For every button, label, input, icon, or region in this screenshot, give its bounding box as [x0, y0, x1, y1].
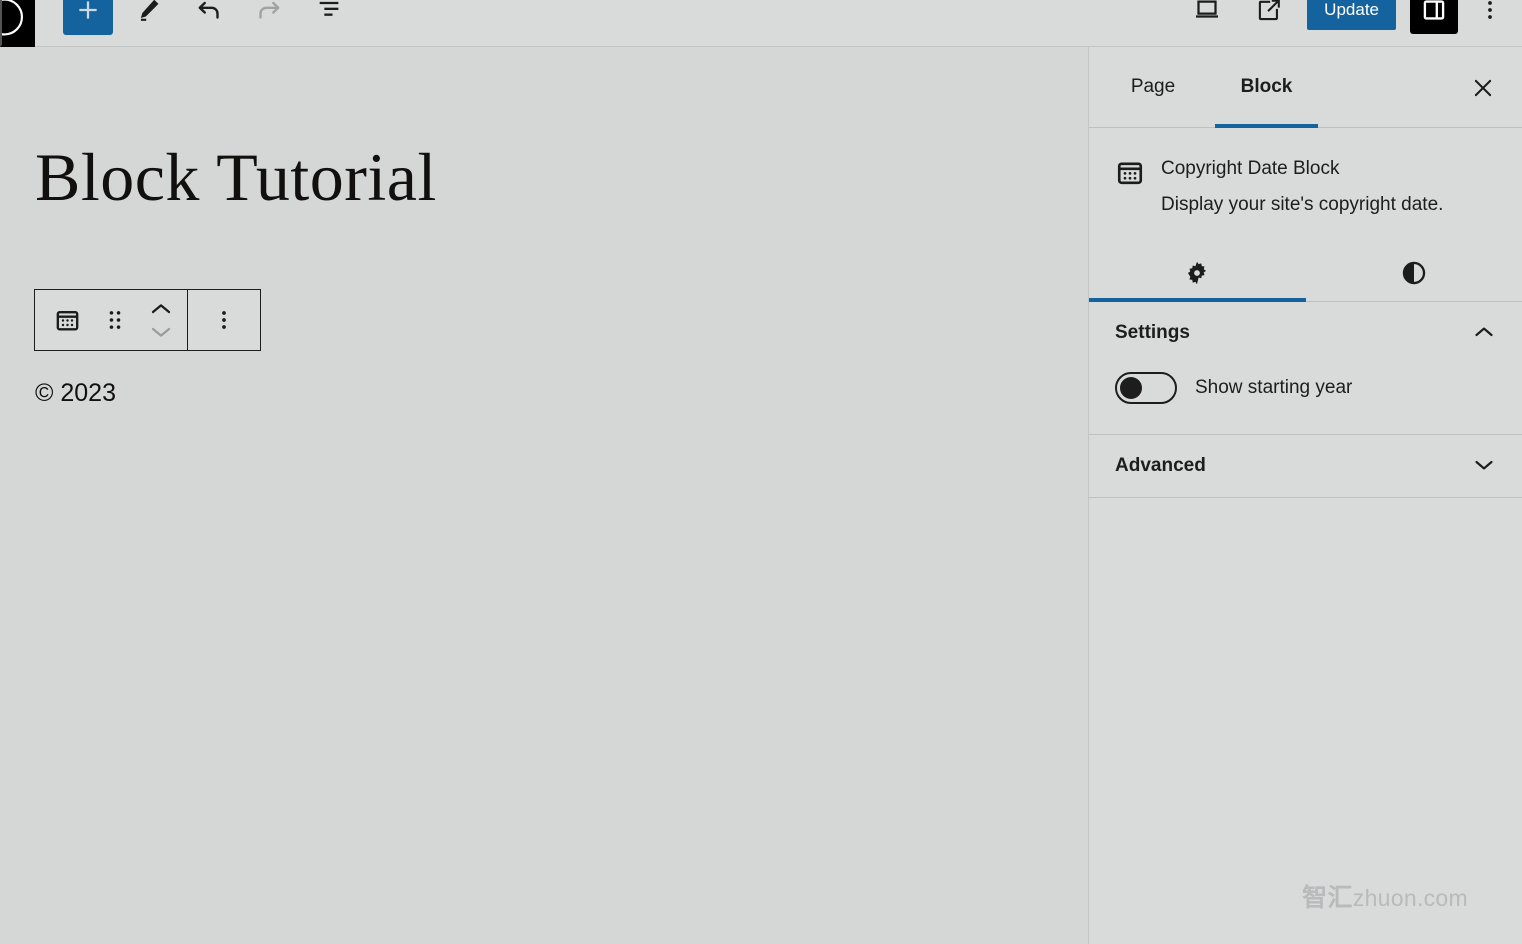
redo-arrow-icon [259, 1, 280, 19]
plus-icon [79, 1, 97, 19]
watermark-cjk: 智汇 [1302, 884, 1353, 912]
external-link-icon [1259, 0, 1281, 21]
block-drag-handle[interactable] [93, 296, 137, 344]
show-starting-year-label: Show starting year [1195, 377, 1353, 398]
block-toolbar-options-group [188, 290, 260, 350]
add-block-button[interactable] [63, 0, 113, 35]
pencil-icon [140, 0, 159, 21]
view-site-button[interactable] [1245, 0, 1293, 34]
block-toolbar-main-group [35, 290, 187, 350]
block-card-description: Display your site's copyright date. [1161, 194, 1444, 215]
six-dots-drag-icon [109, 311, 121, 329]
wordpress-logo-icon[interactable] [0, 0, 35, 47]
sidebar-tab-bar: Page Block [1089, 47, 1522, 128]
block-card-text: Copyright Date Block Display your site's… [1161, 156, 1443, 217]
three-dots-vertical-icon [1488, 1, 1492, 19]
tab-block[interactable]: Block [1215, 47, 1318, 128]
move-block-up-button[interactable] [144, 299, 178, 319]
header-tools-left [63, 0, 353, 40]
copyright-date-block-content[interactable]: © 2023 [35, 379, 116, 408]
half-circle-contrast-icon [1402, 261, 1425, 285]
block-card-icon [1115, 158, 1149, 193]
sidebar-subtab-bar [1089, 245, 1522, 302]
chevron-up-icon [151, 303, 171, 313]
close-x-icon [1474, 79, 1492, 97]
three-dots-vertical-icon [222, 311, 226, 329]
chevron-down-icon [151, 327, 171, 337]
redo-button[interactable] [245, 0, 293, 34]
watermark-domain: zhuon.com [1352, 885, 1468, 911]
editor-header: Update [0, 0, 1522, 47]
calendar-icon [56, 310, 78, 330]
settings-panel-title: Settings [1115, 322, 1190, 343]
settings-subtab[interactable] [1089, 245, 1306, 302]
advanced-panel-title: Advanced [1115, 455, 1206, 476]
block-card: Copyright Date Block Display your site's… [1089, 128, 1522, 217]
header-tools-right: Update [1183, 0, 1508, 40]
block-toolbar [34, 289, 261, 351]
styles-subtab[interactable] [1306, 245, 1522, 301]
settings-sidebar-toggle-button[interactable] [1410, 0, 1458, 34]
block-type-button[interactable] [45, 296, 89, 344]
toggle-knob [1120, 377, 1142, 399]
page-title[interactable]: Block Tutorial [35, 143, 437, 211]
more-options-button[interactable] [1472, 0, 1508, 34]
chevron-down-icon [1472, 457, 1496, 476]
tab-page[interactable]: Page [1115, 47, 1191, 127]
chevron-up-icon [1472, 324, 1496, 343]
advanced-panel-header[interactable]: Advanced [1115, 435, 1496, 497]
settings-panel: Settings Show starting year [1089, 302, 1522, 435]
block-options-button[interactable] [202, 296, 246, 344]
tools-button[interactable] [125, 0, 173, 34]
calendar-icon [1117, 162, 1143, 185]
block-movers [141, 299, 181, 342]
move-block-down-button[interactable] [144, 322, 178, 342]
show-starting-year-row: Show starting year [1115, 372, 1496, 404]
advanced-panel: Advanced [1089, 435, 1522, 498]
preview-button[interactable] [1183, 0, 1231, 34]
settings-sidebar: Page Block Copyright Date Block Display … [1088, 47, 1522, 944]
sidebar-panel-icon [1423, 0, 1445, 20]
undo-button[interactable] [185, 0, 233, 34]
gear-icon [1188, 261, 1207, 285]
site-watermark: 智汇zhuon.com [1302, 878, 1468, 914]
settings-panel-body: Show starting year [1115, 372, 1496, 434]
settings-panel-header[interactable]: Settings [1115, 302, 1496, 364]
list-view-icon [319, 1, 339, 16]
desktop-icon [1196, 0, 1219, 18]
list-view-button[interactable] [305, 0, 353, 34]
wordpress-block-editor: Update Block Tutorial © 2023 Page Block … [0, 0, 1522, 944]
block-card-title: Copyright Date Block [1161, 158, 1340, 179]
editor-canvas[interactable]: Block Tutorial © 2023 [0, 47, 1088, 944]
undo-arrow-icon [198, 1, 219, 19]
update-button[interactable]: Update [1307, 0, 1396, 30]
close-sidebar-button[interactable] [1464, 69, 1502, 107]
show-starting-year-toggle[interactable] [1115, 372, 1177, 404]
